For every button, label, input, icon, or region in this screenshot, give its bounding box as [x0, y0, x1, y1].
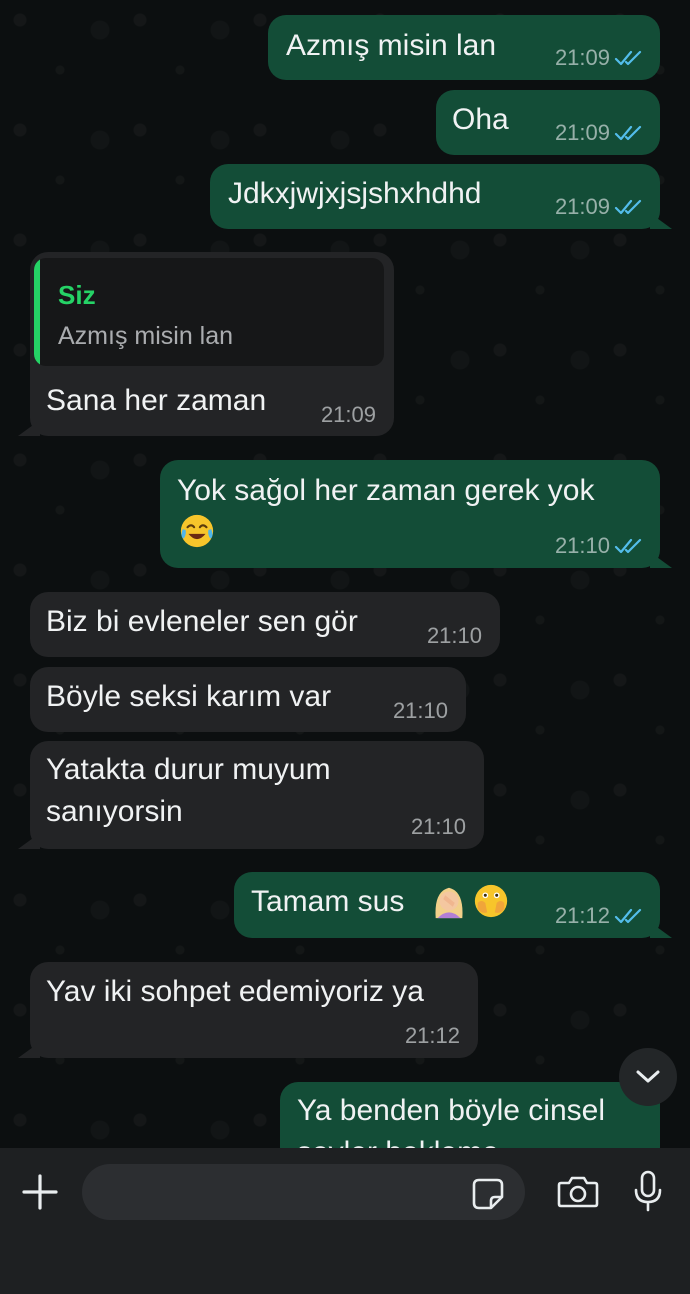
message-text: Azmış misin lan [286, 29, 497, 62]
attach-button[interactable] [18, 1170, 62, 1214]
face-with-tears-of-joy-emoji [180, 514, 214, 548]
message-text: Oha [452, 103, 509, 136]
bubble-tail [18, 420, 40, 436]
outgoing-message[interactable]: Tamam sus 21:12 [234, 872, 672, 938]
outgoing-message[interactable]: Azmış misin lan 21:09 [268, 15, 660, 80]
woman-facepalming-emoji [435, 887, 463, 919]
outgoing-message[interactable]: Oha 21:09 [436, 90, 660, 155]
incoming-message[interactable]: Yav iki sohpet edemiyoriz ya 21:12 [18, 962, 478, 1058]
voice-message-button[interactable] [626, 1168, 670, 1216]
sticker-button[interactable] [468, 1176, 508, 1212]
double-check-icon [614, 908, 642, 924]
incoming-message[interactable]: Biz bi evleneler sen gör 21:10 [30, 592, 500, 657]
double-check-icon [614, 125, 642, 141]
message-meta: 21:10 [555, 533, 644, 559]
message-time: 21:09 [554, 194, 610, 219]
incoming-message[interactable]: Yatakta durur muyum sanıyorsin 21:10 [18, 741, 484, 849]
outgoing-message[interactable]: Ya benden böyle cinsel şeyler bekleme [280, 1082, 660, 1148]
message-text: Tamam sus [251, 885, 405, 918]
message-meta: 21:12 [555, 903, 644, 929]
quote-accent-bar [34, 258, 40, 366]
message-meta: 21:09 [555, 120, 644, 146]
incoming-message[interactable]: Böyle seksi karım var 21:10 [30, 667, 466, 732]
message-input[interactable] [82, 1164, 525, 1220]
camera-button[interactable] [554, 1170, 602, 1214]
message-time: 21:09 [320, 402, 376, 427]
double-check-icon [614, 538, 642, 554]
message-text: Yav iki sohpet edemiyoriz ya [46, 975, 424, 1008]
message-time: 21:10 [554, 533, 610, 558]
face-with-open-eyes-and-hand-over-mouth-emoji [474, 884, 508, 918]
message-meta: 21:09 [555, 45, 644, 71]
quoted-message[interactable]: Siz Azmış misin lan [34, 258, 384, 366]
scroll-to-bottom-button[interactable] [619, 1048, 677, 1106]
camera-icon [557, 1176, 599, 1208]
chat-area[interactable]: Azmış misin lan 21:09 Oha 21:09 Jdkxjwjx… [0, 0, 690, 1148]
message-composer-bar [0, 1148, 690, 1294]
message-text-line-1: Yatakta durur muyum [46, 753, 331, 786]
outgoing-message[interactable]: Jdkxjwjxjsjshxhdhd 21:09 [210, 164, 672, 229]
message-time: 21:10 [392, 698, 448, 723]
microphone-icon [634, 1170, 662, 1212]
bubble-tail [18, 833, 40, 849]
message-time: 21:12 [554, 903, 610, 928]
quote-text: Azmış misin lan [58, 322, 234, 350]
chevron-down-icon [636, 1070, 660, 1083]
bubble-tail [650, 922, 672, 938]
message-time: 21:10 [426, 623, 482, 648]
message-text: Yok sağol her zaman gerek yok [177, 474, 595, 507]
bubble-tail [650, 552, 672, 568]
message-time: 21:09 [554, 120, 610, 145]
outgoing-message[interactable]: Yok sağol her zaman gerek yok 21:10 [160, 460, 672, 568]
message-text: Sana her zaman [46, 384, 267, 417]
plus-icon [22, 1174, 58, 1210]
message-text-line-2: şeyler bekleme [297, 1132, 499, 1148]
bubble-tail [18, 1042, 40, 1058]
bubble-tail [650, 213, 672, 229]
message-text: Biz bi evleneler sen gör [46, 605, 358, 638]
sticker-icon [472, 1178, 504, 1210]
message-text: Böyle seksi karım var [46, 680, 332, 713]
message-time: 21:12 [404, 1023, 460, 1048]
message-text: Jdkxjwjxjsjshxhdhd [228, 177, 482, 210]
message-time: 21:09 [554, 45, 610, 70]
message-time: 21:10 [410, 814, 466, 839]
double-check-icon [614, 199, 642, 215]
double-check-icon [614, 50, 642, 66]
message-text-line-1: Ya benden böyle cinsel [297, 1094, 605, 1127]
incoming-message[interactable]: Siz Azmış misin lan Sana her zaman 21:09 [18, 252, 394, 436]
message-text-line-2: sanıyorsin [46, 795, 183, 828]
message-meta: 21:09 [555, 194, 644, 220]
quote-author: Siz [58, 280, 96, 310]
